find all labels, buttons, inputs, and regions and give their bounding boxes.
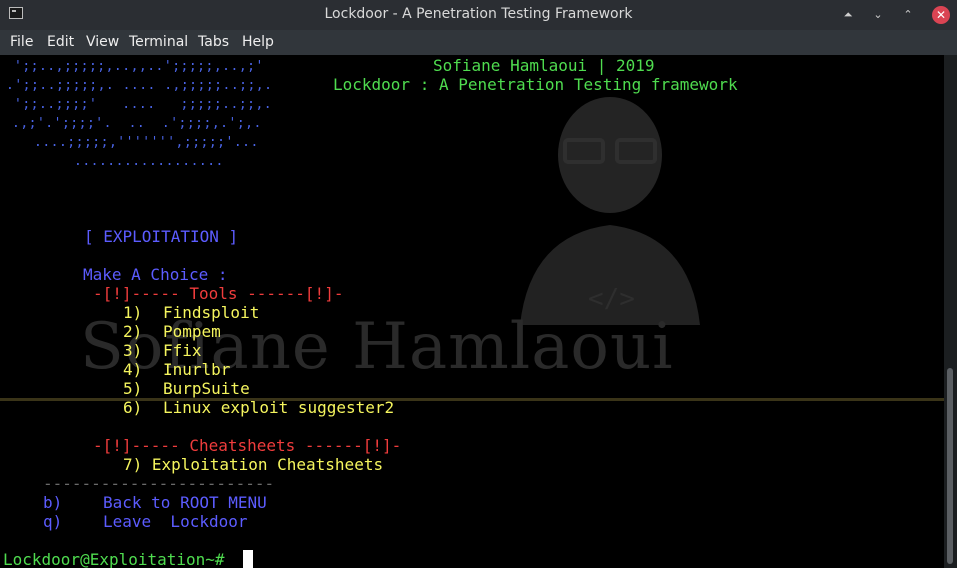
menu-edit[interactable]: Edit — [47, 34, 74, 50]
tool-number: 1) — [123, 303, 143, 322]
author-line: Sofiane Hamlaoui | 2019 — [433, 56, 655, 75]
menu-file[interactable]: File — [10, 34, 33, 50]
menu-bar: File Edit View Terminal Tabs Help — [0, 30, 957, 55]
ascii-line: ';;..;;;;' .... ;;;;;..;;,. — [14, 97, 273, 112]
terminal-output[interactable]: </> Sofiane Hamlaoui ';;..,;;;;;,..,,..'… — [0, 55, 957, 568]
nav-leave-lockdoor: Leave Lockdoor — [103, 512, 248, 531]
text-cursor — [243, 550, 253, 568]
window-title: Lockdoor - A Penetration Testing Framewo… — [324, 6, 633, 22]
ascii-line: .,;'.';;;;'. .. .';;;;,.';,. — [12, 116, 262, 131]
menu-view[interactable]: View — [86, 34, 119, 50]
shell-prompt: Lockdoor@Exploitation~# — [3, 550, 235, 568]
nav-key: q) — [43, 512, 63, 531]
tool-number: 3) — [123, 341, 143, 360]
tools-header: -[!]----- Tools ------[!]- — [93, 284, 344, 303]
tool-number: 6) — [123, 398, 143, 417]
title-bar: Lockdoor - A Penetration Testing Framewo… — [0, 0, 957, 30]
ascii-line: .................. — [74, 154, 224, 169]
tool-inurlbr: Inurlbr — [163, 360, 231, 379]
tool-pompem: Pompem — [163, 322, 221, 341]
tool-burpsuite: BurpSuite — [163, 379, 250, 398]
tool-number: 5) — [123, 379, 143, 398]
nav-key: b) — [43, 493, 63, 512]
tool-ffix: Ffix — [163, 341, 202, 360]
close-icon[interactable]: ✕ — [932, 6, 950, 24]
menu-tabs[interactable]: Tabs — [198, 34, 229, 50]
maximize-icon[interactable]: ⌃ — [898, 5, 918, 25]
menu-terminal[interactable]: Terminal — [129, 34, 188, 50]
cheatsheet-item: 7) Exploitation Cheatsheets — [123, 455, 384, 474]
tool-findsploit: Findsploit — [163, 303, 260, 322]
keep-above-icon[interactable]: ⏶ — [838, 5, 858, 25]
tool-number: 4) — [123, 360, 143, 379]
tool-number: 2) — [123, 322, 143, 341]
section-title: [ EXPLOITATION ] — [84, 227, 239, 246]
nav-back-root-menu: Back to ROOT MENU — [103, 493, 267, 512]
ascii-line: ';;..,;;;;;,..,,..';;;;;,..,;' — [14, 59, 264, 74]
scrollbar-thumb[interactable] — [947, 368, 953, 564]
subtitle-line: Lockdoor : A Penetration Testing framewo… — [333, 75, 738, 94]
ascii-line: .';;..;;;;;,. .... .,;;;;;..;;,. — [6, 78, 273, 93]
make-choice-heading: Make A Choice : — [83, 265, 228, 284]
minimize-icon[interactable]: ⌄ — [868, 5, 888, 25]
cheatsheets-header: -[!]----- Cheatsheets ------[!]- — [93, 436, 402, 455]
menu-help[interactable]: Help — [242, 34, 274, 50]
tool-linux-exploit-suggester2: Linux exploit suggester2 — [163, 398, 395, 417]
separator: ------------------------ — [43, 474, 275, 493]
hacker-avatar-watermark: </> — [520, 97, 700, 325]
ascii-line: ....;;;;;,''''''',;;;;;'... — [34, 135, 259, 150]
